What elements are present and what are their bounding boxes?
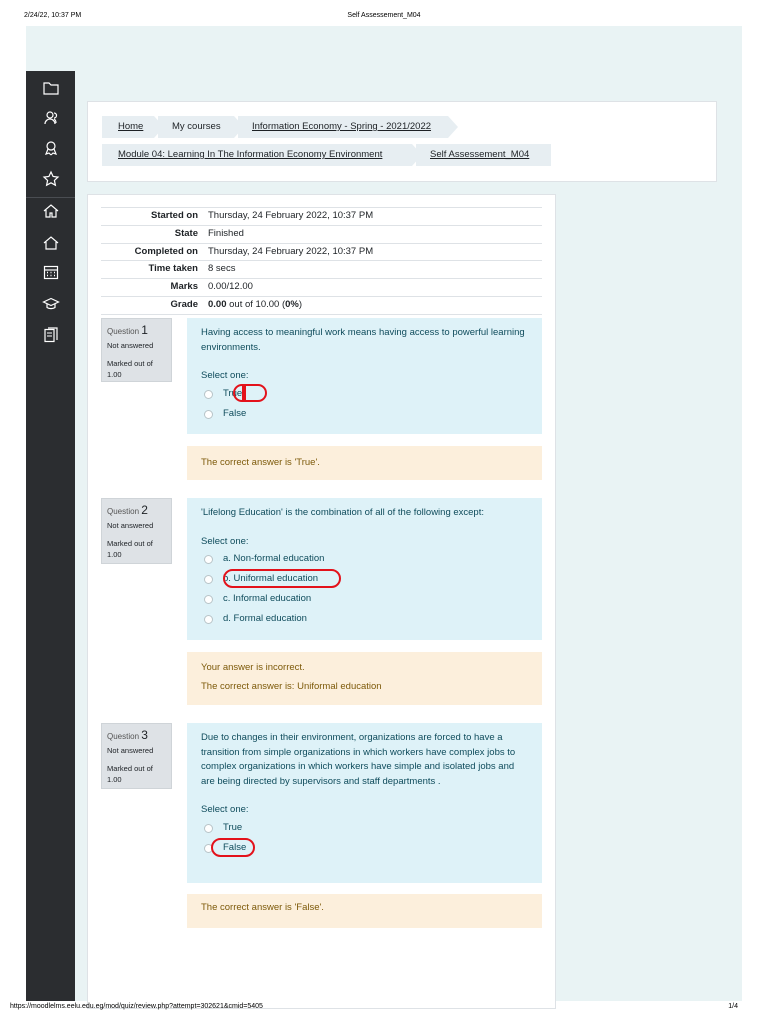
summary-row: Completed on Thursday, 24 February 2022,… [101,242,542,261]
attempt-summary-table: Started on Thursday, 24 February 2022, 1… [101,207,542,315]
sidebar [26,71,75,1001]
radio-button[interactable] [204,389,213,399]
users-icon[interactable] [42,109,60,127]
summary-label: Started on [151,210,198,221]
annotation-circle [233,383,267,402]
feedback-box: The correct answer is 'True'. [187,446,542,480]
summary-label: Marks [170,281,198,293]
answer-option[interactable]: b. Uniformal education [201,569,528,589]
summary-row: State Finished [101,224,542,243]
folder-icon[interactable] [42,79,60,97]
option-label: c. Informal education [223,593,312,604]
question-mark: Marked out of 1.00 [107,764,153,784]
question-text: Due to changes in their environment, org… [201,732,516,787]
summary-value: 0.00/12.00 [208,281,253,293]
grade-label: Grade [170,298,198,310]
question-state: Not answered [107,521,154,530]
summary-value: Thursday, 24 February 2022, 10:37 PM [208,210,374,221]
breadcrumb-module[interactable]: Module 04: Learning In The Information E… [102,144,422,166]
question-mark: Marked out of 1.00 [107,359,153,379]
answer-option[interactable]: True [201,818,528,838]
print-url: https://moodlelms.eelu.edu.eg/mod/quiz/r… [10,1003,263,1010]
option-label: False [223,407,247,419]
graduation-cap-icon[interactable] [42,295,60,313]
question-box: Having access to meaningful work means h… [187,318,542,434]
breadcrumb-my-courses[interactable]: My courses [158,116,244,138]
question-text: Having access to meaningful work means h… [201,327,525,353]
feedback-text: Your answer is incorrect. [201,662,305,673]
grade-value: 0.00 out of 10.00 (0%) [208,298,303,310]
breadcrumb-card [87,101,717,182]
question-info: Question 2 Not answered Marked out of 1.0… [101,498,172,564]
home-icon[interactable] [42,202,60,220]
feedback-text: The correct answer is 'False'. [201,902,324,913]
badge-icon[interactable] [42,139,60,157]
summary-label: Time taken [148,263,198,275]
star-icon[interactable] [42,170,60,188]
question-number: Question 3 [107,728,148,742]
sidebar-divider [26,197,75,198]
summary-row: Marks 0.00/12.00 [101,278,542,296]
radio-button[interactable] [204,555,213,564]
summary-value: 8 secs [208,263,236,275]
radio-button[interactable] [204,409,213,419]
clipboard-icon[interactable] [42,326,60,344]
summary-row: Time taken 8 secs [101,260,542,278]
feedback-text: The correct answer is 'True'. [201,457,320,468]
option-label: True [223,821,243,833]
answer-option[interactable]: c. Informal education [201,589,528,609]
breadcrumb-home[interactable]: Home [102,116,164,138]
question-state: Not answered [107,341,154,350]
dashboard-home-icon[interactable] [42,234,60,252]
answer-option[interactable]: d. Formal education [201,609,528,629]
select-one-label: Select one: [201,370,249,381]
question-mark: Marked out of 1.00 [107,539,153,559]
annotation-circle [223,569,341,588]
select-one-label: Select one: [201,535,249,547]
question-box: Due to changes in their environment, org… [187,723,542,883]
feedback-box: Your answer is incorrect. The correct an… [187,652,542,705]
feedback-text: The correct answer is: Uniformal educati… [201,681,382,692]
answer-option[interactable]: False [201,404,528,424]
option-label: a. Non-formal education [223,553,325,564]
question-state: Not answered [107,746,154,755]
question-info: Question 3 Not answered Marked out of 1.0… [101,723,172,789]
option-label: d. Formal education [223,613,307,624]
radio-button[interactable] [204,615,213,624]
feedback-box: The correct answer is 'False'. [187,894,542,928]
summary-value: Thursday, 24 February 2022, 10:37 PM [208,245,374,257]
print-title: Self Assessement_M04 [347,12,421,19]
question-number: Question 2 [107,503,148,517]
radio-button[interactable] [204,823,213,833]
question-info: Question 1 Not answered Marked out of 1.0… [101,318,172,382]
question-number: Question 1 [107,323,148,337]
summary-label: Completed on [134,245,198,257]
question-text: 'Lifelong Education' is the combination … [201,507,484,518]
question-box: 'Lifelong Education' is the combination … [187,498,542,640]
annotation-circle [211,837,255,857]
print-header: 2/24/22, 10:37 PM Self Assessement_M04 [0,12,768,22]
answer-option[interactable]: True [201,383,528,404]
select-one-label: Select one: [201,804,249,815]
breadcrumb-course[interactable]: Information Economy - Spring - 2021/2022 [238,116,458,138]
summary-row: Started on Thursday, 24 February 2022, 1… [101,207,542,225]
summary-row-grade: Grade 0.00 out of 10.00 (0%) [101,295,542,315]
summary-label: State [174,227,198,239]
radio-button[interactable] [204,575,213,584]
radio-button[interactable] [204,595,213,604]
answer-option[interactable]: False [201,837,528,858]
breadcrumb-quiz[interactable]: Self Assessement_M04 [416,144,551,166]
answer-option[interactable]: a. Non-formal education [201,549,528,569]
print-page-number: 1/4 [728,1003,738,1010]
summary-value: Finished [208,227,244,239]
print-footer: https://moodlelms.eelu.edu.eg/mod/quiz/r… [0,1003,768,1013]
calendar-icon[interactable] [42,263,60,281]
